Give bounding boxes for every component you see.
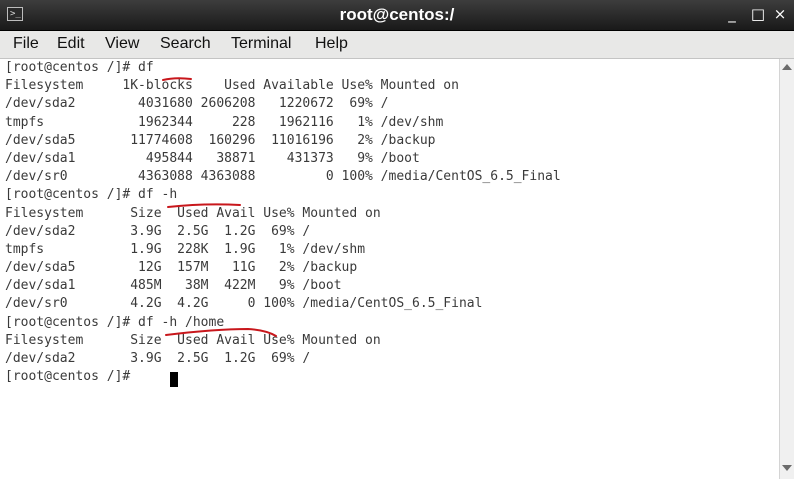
output-line: /dev/sda2 4031680 2606208 1220672 69% / [5, 96, 389, 112]
menu-edit[interactable]: Edit [57, 35, 85, 53]
chevron-down-icon[interactable] [782, 465, 792, 471]
output-line: /dev/sda1 495844 38871 431373 9% /boot [5, 150, 420, 166]
prompt-line: [root@centos /]# [5, 369, 139, 385]
terminal-window: >_ root@centos:/ _ □ × File Edit View Se… [0, 0, 794, 479]
prompt-line: [root@centos /]# df [5, 60, 154, 75]
menu-bar: File Edit View Search Terminal Help [0, 31, 794, 59]
output-line: /dev/sda5 12G 157M 11G 2% /backup [5, 260, 358, 276]
window-title: root@centos:/ [339, 5, 455, 24]
text-cursor [170, 372, 178, 387]
prompt-line: [root@centos /]# df -h /home [5, 314, 225, 330]
chevron-up-icon[interactable] [782, 64, 792, 70]
menu-file[interactable]: File [13, 35, 39, 53]
output-line: /dev/sr0 4.2G 4.2G 0 100% /media/CentOS_… [5, 296, 483, 312]
close-button[interactable]: × [770, 4, 790, 24]
output-line: tmpfs 1.9G 228K 1.9G 1% /dev/shm [5, 241, 366, 257]
output-line: /dev/sda1 485M 38M 422M 9% /boot [5, 278, 342, 294]
terminal-output[interactable]: [root@centos /]# df Filesystem 1K-blocks… [0, 59, 779, 479]
minimize-button[interactable]: _ [722, 4, 742, 24]
output-line: /dev/sr0 4363088 4363088 0 100% /media/C… [5, 169, 561, 185]
menu-help[interactable]: Help [315, 35, 348, 53]
output-header: Filesystem 1K-blocks Used Available Use%… [5, 78, 459, 94]
prompt-line: [root@centos /]# df -h [5, 187, 178, 203]
output-header: Filesystem Size Used Avail Use% Mounted … [5, 332, 381, 348]
menu-terminal[interactable]: Terminal [231, 35, 291, 53]
vertical-scrollbar[interactable] [779, 59, 794, 479]
output-line: tmpfs 1962344 228 1962116 1% /dev/shm [5, 114, 444, 130]
output-header: Filesystem Size Used Avail Use% Mounted … [5, 205, 381, 221]
output-line: /dev/sda5 11774608 160296 11016196 2% /b… [5, 132, 436, 148]
menu-view[interactable]: View [105, 35, 139, 53]
output-line: /dev/sda2 3.9G 2.5G 1.2G 69% / [5, 223, 311, 239]
output-line: /dev/sda2 3.9G 2.5G 1.2G 69% / [5, 351, 311, 366]
title-bar[interactable]: >_ root@centos:/ _ □ × [0, 0, 794, 31]
menu-search[interactable]: Search [160, 35, 211, 53]
maximize-button[interactable]: □ [748, 4, 768, 24]
